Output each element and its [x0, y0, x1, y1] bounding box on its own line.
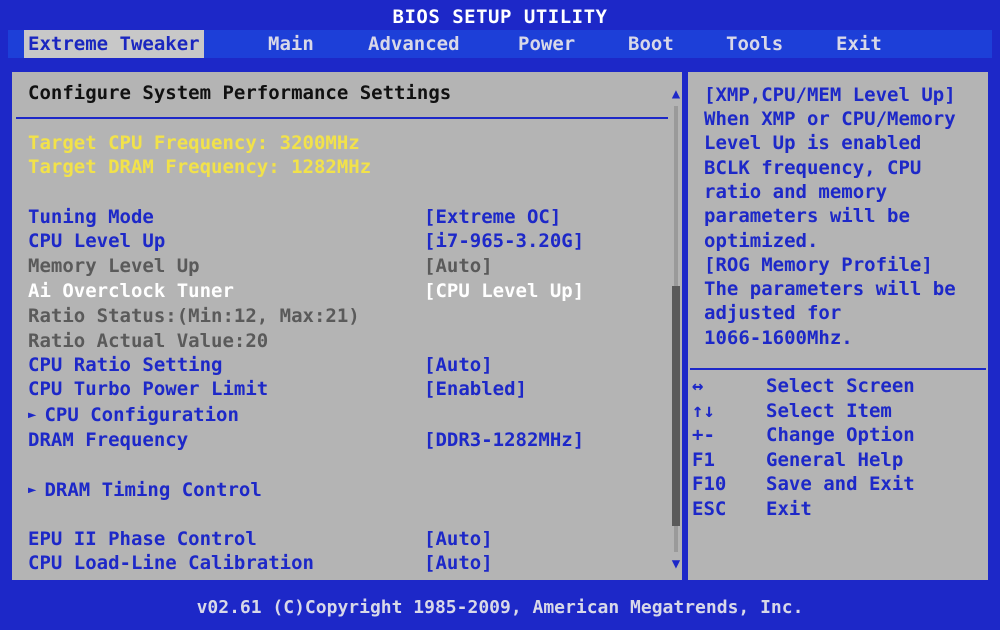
tab-boot[interactable]: Boot [624, 30, 678, 58]
setting-value[interactable]: [i7-965-3.20G] [424, 230, 584, 252]
setting-value: [Auto] [424, 255, 493, 277]
setting-value[interactable]: [Auto] [424, 552, 493, 574]
tab-bar: Extreme Tweaker Main Advanced Power Boot… [8, 30, 992, 58]
setting-value[interactable]: [CPU Level Up] [424, 280, 584, 302]
setting-cpu-ratio-setting[interactable]: CPU Ratio Setting [Auto] [28, 354, 668, 378]
submenu-cpu-configuration[interactable]: ► CPU Configuration [28, 404, 668, 428]
submenu-label: CPU Configuration [44, 404, 239, 426]
key-hint-label: Select Item [766, 400, 892, 422]
setting-dram-frequency[interactable]: DRAM Frequency [DDR3-1282MHz] [28, 429, 668, 453]
ratio-status: Ratio Status:(Min:12, Max:21) [28, 305, 668, 329]
setting-label: CPU Level Up [28, 230, 166, 252]
setting-label: EPU II Phase Control [28, 528, 257, 550]
help-text-line: [ROG Memory Profile] [704, 254, 933, 276]
setting-label: Ai Overclock Tuner [28, 280, 234, 302]
key-hint-exit: ESC Exit [692, 498, 984, 522]
scroll-up-arrow-icon[interactable]: ▲ [668, 86, 684, 102]
submenu-dram-timing-control[interactable]: ► DRAM Timing Control [28, 479, 668, 503]
key-hint-change-option: +- Change Option [692, 424, 984, 448]
target-dram-frequency: Target DRAM Frequency: 1282MHz [28, 156, 372, 178]
setting-label: Memory Level Up [28, 255, 200, 277]
ratio-actual-value: Ratio Actual Value:20 [28, 330, 668, 354]
tab-tools[interactable]: Tools [722, 30, 787, 58]
key-hint-key: F1 [692, 449, 715, 471]
status-label: Ratio Actual Value:20 [28, 330, 269, 352]
help-text-line: optimized. [704, 230, 819, 252]
help-text-line: parameters will be [704, 205, 910, 227]
help-text-line: Level Up is enabled [704, 132, 922, 154]
setting-label: ► CPU Configuration [28, 404, 239, 426]
setting-tuning-mode[interactable]: Tuning Mode [Extreme OC] [28, 206, 668, 230]
submenu-arrow-icon: ► [28, 407, 37, 423]
tab-power[interactable]: Power [514, 30, 579, 58]
setting-label: CPU Turbo Power Limit [28, 378, 269, 400]
tab-exit[interactable]: Exit [832, 30, 886, 58]
window-title: BIOS SETUP UTILITY [392, 6, 608, 28]
key-hint-label: Change Option [766, 424, 915, 446]
setting-cpu-turbo-power-limit[interactable]: CPU Turbo Power Limit [Enabled] [28, 378, 668, 402]
tab-extreme-tweaker[interactable]: Extreme Tweaker [24, 30, 204, 58]
key-hint-key: F10 [692, 473, 727, 495]
help-text-line: 1066-1600Mhz. [704, 327, 853, 349]
key-hint-select-item: ↑↓ Select Item [692, 400, 984, 424]
key-hint-label: Save and Exit [766, 473, 915, 495]
tab-advanced[interactable]: Advanced [364, 30, 464, 58]
setting-value[interactable]: [Extreme OC] [424, 206, 561, 228]
scroll-thumb[interactable] [672, 286, 680, 526]
setting-value[interactable]: [DDR3-1282MHz] [424, 429, 584, 451]
help-divider [690, 368, 986, 370]
setting-label: Tuning Mode [28, 206, 154, 228]
key-hint-label: General Help [766, 449, 904, 471]
tab-main[interactable]: Main [264, 30, 318, 58]
setting-value[interactable]: [Enabled] [424, 378, 527, 400]
help-text-line: When XMP or CPU/Memory [704, 108, 956, 130]
setting-memory-level-up: Memory Level Up [Auto] [28, 255, 668, 279]
setting-label: ► DRAM Timing Control [28, 479, 262, 501]
setting-label: CPU Load-Line Calibration [28, 552, 314, 574]
setting-label: CPU Ratio Setting [28, 354, 223, 376]
status-label: Ratio Status:(Min:12, Max:21) [28, 305, 360, 327]
help-text-line: adjusted for [704, 302, 842, 324]
setting-label: DRAM Frequency [28, 429, 189, 451]
help-text-line: [XMP,CPU/MEM Level Up] [704, 84, 956, 106]
target-cpu-frequency: Target CPU Frequency: 3200MHz [28, 132, 360, 154]
section-divider [16, 117, 668, 119]
left-right-arrow-icon: ↔ [692, 375, 704, 397]
key-hint-save-and-exit: F10 Save and Exit [692, 473, 984, 497]
setting-epu-ii-phase-control[interactable]: EPU II Phase Control [Auto] [28, 528, 668, 552]
scrollbar[interactable]: ▲ ▼ [670, 86, 682, 572]
setting-ai-overclock-tuner[interactable]: Ai Overclock Tuner [CPU Level Up] [28, 280, 668, 304]
key-hint-label: Select Screen [766, 375, 915, 397]
submenu-label: DRAM Timing Control [44, 479, 262, 501]
up-down-arrow-icon: ↑↓ [692, 400, 715, 422]
help-text-line: ratio and memory [704, 181, 888, 203]
key-hint-general-help: F1 General Help [692, 449, 984, 473]
copyright-footer: v02.61 (C)Copyright 1985-2009, American … [196, 597, 804, 618]
submenu-arrow-icon: ► [28, 482, 37, 498]
settings-panel: Configure System Performance Settings Ta… [10, 70, 684, 582]
setting-cpu-load-line-calibration[interactable]: CPU Load-Line Calibration [Auto] [28, 552, 668, 576]
setting-value[interactable]: [Auto] [424, 354, 493, 376]
setting-value[interactable]: [Auto] [424, 528, 493, 550]
bios-screen: BIOS SETUP UTILITY Extreme Tweaker Main … [0, 0, 1000, 630]
setting-cpu-level-up[interactable]: CPU Level Up [i7-965-3.20G] [28, 230, 668, 254]
key-hint-label: Exit [766, 498, 812, 520]
key-hint-key: ESC [692, 498, 727, 520]
section-title: Configure System Performance Settings [28, 82, 452, 104]
help-text-line: BCLK frequency, CPU [704, 157, 922, 179]
key-hint-key: +- [692, 424, 715, 446]
help-text-line: The parameters will be [704, 278, 956, 300]
help-panel: [XMP,CPU/MEM Level Up] When XMP or CPU/M… [686, 70, 990, 582]
scroll-down-arrow-icon[interactable]: ▼ [668, 556, 684, 572]
key-hint-select-screen: ↔ Select Screen [692, 375, 984, 399]
